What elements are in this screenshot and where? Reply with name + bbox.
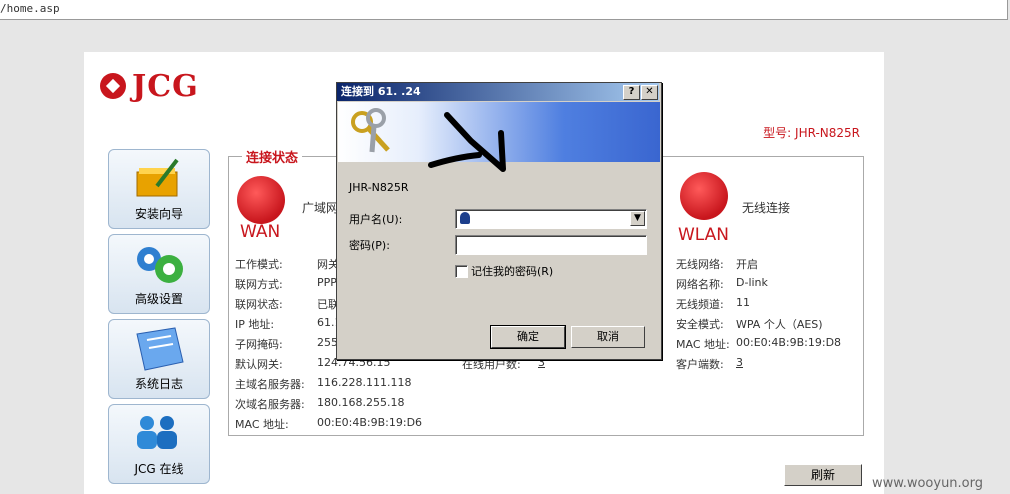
wan-row-key: 子网掩码: — [235, 338, 283, 351]
folder-pencil-icon — [136, 158, 179, 197]
dialog-title: 连接到 61. .24 — [337, 83, 659, 101]
model-label: 型号: JHR-N825R — [763, 126, 860, 140]
wan-row-key: 联网方式: — [235, 278, 283, 291]
gears-icon — [137, 247, 183, 283]
cancel-button[interactable]: 取消 — [571, 326, 645, 348]
nav-jcg-online[interactable]: JCG 在线 — [108, 404, 210, 484]
wan-desc: 广域网 — [302, 201, 339, 215]
wlan-row-key: 网络名称: — [676, 278, 724, 291]
nav-label: 高级设置 — [134, 292, 183, 306]
people-icon — [137, 416, 177, 449]
wlan-row-key: 客户端数: — [676, 358, 724, 371]
wlan-row-value: D-link — [736, 276, 768, 289]
wlan-row-value: WPA 个人（AES) — [736, 318, 823, 331]
user-icon — [460, 212, 470, 224]
wan-row-value: 00:E0:4B:9B:19:D6 — [317, 416, 423, 429]
address-text: /home.asp — [0, 2, 60, 15]
panel-title: 连接状态 — [242, 147, 303, 166]
logo-text: JCG — [132, 68, 199, 104]
remember-checkbox[interactable] — [455, 265, 468, 278]
wlan-clients-link[interactable]: 3 — [736, 356, 743, 369]
logo-mark-icon — [100, 73, 126, 99]
document-icon — [136, 327, 184, 371]
wlan-label: WLAN — [678, 225, 730, 245]
wan-row-value: 116.228.111.118 — [317, 376, 412, 389]
wlan-row-value: 11 — [736, 296, 750, 309]
ok-button[interactable]: 确定 — [490, 325, 566, 349]
wan-row-value: 180.168.255.18 — [317, 396, 405, 409]
wan-row-value: PPP — [317, 276, 337, 289]
wlan-row-key: 无线频道: — [676, 298, 724, 311]
wlan-wifi-icon — [680, 172, 728, 220]
wlan-row-value: 开启 — [736, 258, 758, 271]
nav-label: JCG 在线 — [134, 462, 184, 476]
nav-setup-wizard[interactable]: 安装向导 — [108, 149, 210, 229]
address-bar[interactable]: /home.asp — [0, 0, 1008, 20]
keys-icon — [351, 108, 390, 153]
wan-row-key: 工作模式: — [235, 258, 283, 271]
username-label: 用户名(U): — [349, 213, 403, 226]
wlan-row-key: MAC 地址: — [676, 338, 730, 351]
help-button[interactable]: ? — [623, 85, 640, 100]
wan-row-key: 主域名服务器: — [235, 378, 305, 391]
username-combobox[interactable]: ▼ — [455, 209, 647, 229]
wan-row-key: 次域名服务器: — [235, 398, 305, 411]
remember-label: 记住我的密码(R) — [471, 265, 554, 278]
refresh-button[interactable]: 刷新 — [784, 464, 862, 486]
nav-system-log[interactable]: 系统日志 — [108, 319, 210, 399]
brand-logo: JCG — [100, 68, 199, 104]
wan-row-key: MAC 地址: — [235, 418, 289, 431]
wlan-desc: 无线连接 — [742, 201, 791, 215]
close-button[interactable]: ✕ — [641, 85, 658, 100]
nav-advanced-settings[interactable]: 高级设置 — [108, 234, 210, 314]
watermark: www.wooyun.org — [872, 476, 984, 491]
wan-row-value: 255 — [317, 336, 338, 349]
login-dialog: 连接到 61. .24 ? ✕ JHR-N825R 用户名(U): ▼ 密码(P… — [336, 82, 662, 360]
wlan-row-value: 00:E0:4B:9B:19:D8 — [736, 336, 842, 349]
password-field[interactable] — [455, 235, 647, 255]
wan-label: WAN — [240, 222, 281, 242]
wan-globe-icon — [237, 176, 285, 224]
wlan-row-key: 安全模式: — [676, 318, 724, 331]
chevron-down-icon[interactable]: ▼ — [630, 211, 645, 226]
arrow-icon — [428, 112, 506, 172]
realm-text: JHR-N825R — [349, 181, 409, 194]
wlan-row-key: 无线网络: — [676, 258, 724, 271]
password-label: 密码(P): — [349, 239, 390, 252]
nav-label: 安装向导 — [134, 207, 183, 221]
nav-label: 系统日志 — [134, 377, 183, 391]
wan-row-key: 默认网关: — [235, 358, 283, 371]
wan-row-key: 联网状态: — [235, 298, 283, 311]
wan-row-key: IP 地址: — [235, 318, 275, 331]
